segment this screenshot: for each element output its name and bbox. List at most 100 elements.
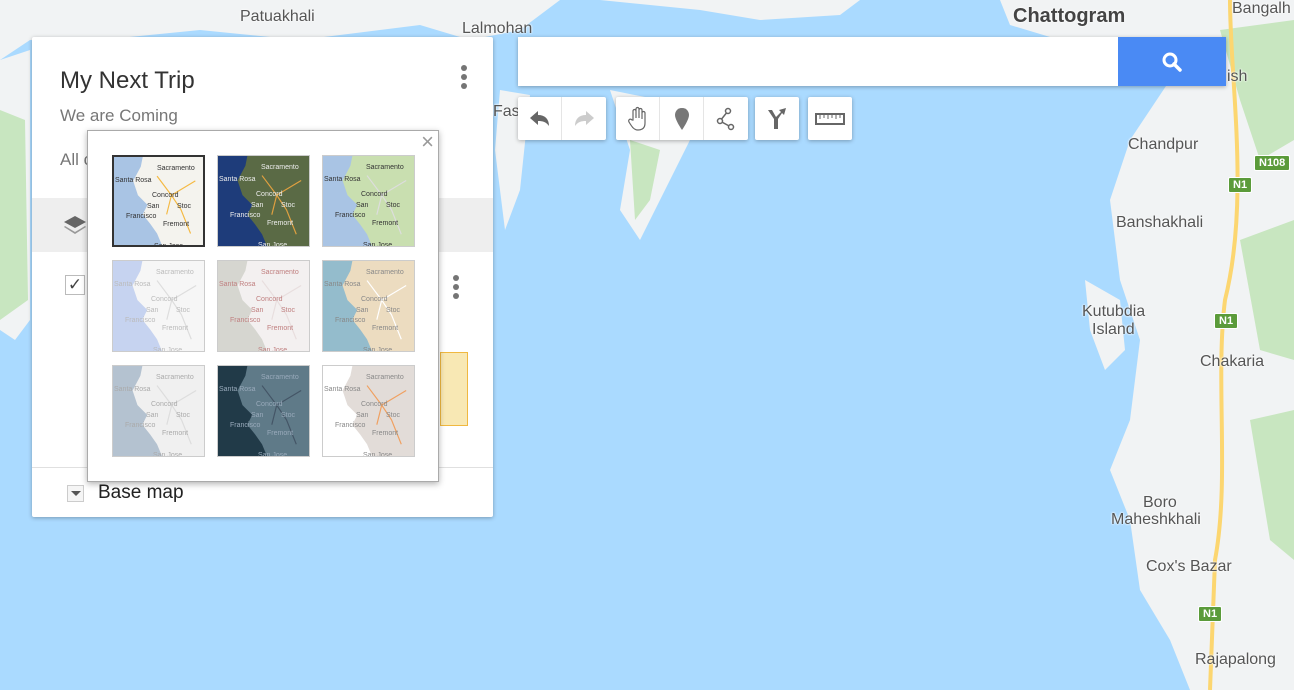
tile-place-label: Santa Rosa: [219, 176, 256, 183]
tile-place-label: Francisco: [230, 317, 261, 324]
tile-place-label: Fremont: [372, 220, 399, 227]
marker-icon: [674, 107, 689, 130]
tile-place-label: Santa Rosa: [219, 386, 256, 393]
map-label-patuakhali: Patuakhali: [240, 8, 315, 25]
hand-icon: [627, 106, 646, 131]
tile-place-label: Francisco: [125, 422, 156, 429]
drawing-tools-group: [616, 97, 748, 140]
tile-place-label: Concord: [151, 401, 178, 408]
tile-place-label: Fremont: [163, 221, 190, 228]
tile-place-label: Sacramento: [366, 269, 404, 276]
tile-place-label: San Jose: [258, 452, 288, 457]
road-badge-n1: N1: [1198, 606, 1223, 622]
tile-place-label: Santa Rosa: [324, 386, 361, 393]
map-label-lalmohan: Lalmohan: [462, 20, 533, 37]
map-label-bangalhalia: Bangalh: [1232, 0, 1291, 17]
tile-place-label: Stoc: [281, 202, 296, 209]
tile-place-label: Fremont: [162, 325, 189, 332]
base-map-style-mono-city[interactable]: Sacramento Santa Rosa Concord San Francisco S…: [217, 260, 310, 352]
directions-group: [755, 97, 799, 140]
base-map-style-satellite[interactable]: Sacramento Santa Rosa Concord San Francisco S…: [217, 155, 310, 247]
base-map-style-light-landmass[interactable]: Sacramento Santa Rosa Concord San Francisco S…: [112, 365, 205, 457]
search-bar: [518, 37, 1226, 86]
base-map-style-terrain[interactable]: Sacramento Santa Rosa Concord San Francisco S…: [322, 155, 415, 247]
tile-place-label: Francisco: [125, 317, 156, 324]
base-map-style-dark-landmass[interactable]: Sacramento Santa Rosa Concord San Francisco S…: [217, 365, 310, 457]
tile-place-label: San: [251, 307, 264, 314]
map-label-chandpur: Chandpur: [1128, 136, 1199, 153]
map-options-menu-icon[interactable]: [460, 65, 468, 89]
tile-place-label: Stoc: [386, 412, 401, 419]
tile-place-label: Concord: [256, 191, 283, 198]
tile-place-label: San Jose: [363, 452, 393, 457]
tile-place-label: Concord: [361, 191, 388, 198]
map-label-island: Island: [1092, 321, 1135, 338]
layers-icon: [64, 216, 86, 234]
map-label-coxs-bazar: Cox's Bazar: [1146, 558, 1232, 575]
map-title[interactable]: My Next Trip: [60, 67, 195, 95]
tile-place-label: Fremont: [372, 325, 399, 332]
base-map-style-simple-atlas[interactable]: Sacramento Santa Rosa Concord San Francisco S…: [322, 260, 415, 352]
map-label-chakaria: Chakaria: [1200, 353, 1265, 370]
layer-options-menu-icon[interactable]: [452, 275, 460, 299]
tile-place-label: Sacramento: [156, 269, 194, 276]
measure-distance-button[interactable]: [808, 97, 852, 140]
tile-place-label: Sacramento: [157, 165, 195, 172]
map-label-fas: Fas: [493, 103, 520, 120]
road-badge-n1: N1: [1214, 313, 1239, 329]
tile-place-label: Santa Rosa: [114, 281, 151, 288]
ruler-icon: [815, 112, 845, 125]
tile-place-label: Santa Rosa: [324, 176, 361, 183]
undo-icon: [529, 110, 549, 126]
close-icon[interactable]: ×: [421, 131, 434, 153]
road-badge-n1: N1: [1228, 177, 1253, 193]
search-input[interactable]: [518, 37, 1118, 86]
map-description[interactable]: We are Coming: [60, 106, 178, 126]
tile-place-label: San Jose: [363, 242, 393, 247]
layer-style-swatch[interactable]: [440, 352, 468, 426]
measure-group: [808, 97, 852, 140]
undo-button[interactable]: [518, 97, 562, 140]
redo-icon: [575, 110, 594, 126]
search-button[interactable]: [1118, 37, 1226, 86]
map-label-chattogram: Chattogram: [1013, 5, 1126, 27]
tile-place-label: San: [146, 307, 159, 314]
tile-place-label: Sacramento: [261, 269, 299, 276]
map-label-rajapalong: Rajapalong: [1195, 651, 1276, 668]
tile-place-label: Concord: [151, 296, 178, 303]
draw-line-button[interactable]: [704, 97, 748, 140]
base-map-picker: × Sacramento Santa Rosa Concord San Francisc…: [87, 130, 439, 482]
tile-place-label: Concord: [361, 401, 388, 408]
tile-place-label: San Jose: [258, 242, 288, 247]
tile-place-label: Santa Rosa: [114, 386, 151, 393]
base-map-label[interactable]: Base map: [98, 482, 184, 504]
base-map-style-light-political[interactable]: Sacramento Santa Rosa Concord San Francisco S…: [112, 260, 205, 352]
tile-place-label: Concord: [256, 296, 283, 303]
layer-visibility-checkbox[interactable]: ✓: [65, 275, 85, 295]
add-marker-button[interactable]: [660, 97, 704, 140]
base-map-toggle-icon[interactable]: [67, 485, 84, 502]
tile-place-label: Sacramento: [366, 374, 404, 381]
tile-place-label: San Jose: [153, 347, 183, 352]
base-map-style-whitewater[interactable]: Sacramento Santa Rosa Concord San Francisco S…: [322, 365, 415, 457]
tile-place-label: Santa Rosa: [324, 281, 361, 288]
tile-place-label: San: [147, 203, 160, 210]
redo-button[interactable]: [562, 97, 606, 140]
select-pan-button[interactable]: [616, 97, 660, 140]
tile-place-label: Sacramento: [261, 164, 299, 171]
tile-place-label: Stoc: [386, 202, 401, 209]
tile-place-label: Stoc: [281, 412, 296, 419]
tile-place-label: Stoc: [177, 203, 192, 210]
tile-place-label: Francisco: [335, 212, 366, 219]
tile-place-label: Francisco: [335, 422, 366, 429]
tile-place-label: San: [251, 202, 264, 209]
tile-place-label: Francisco: [230, 422, 261, 429]
add-directions-button[interactable]: [755, 97, 799, 140]
base-map-style-map[interactable]: Sacramento Santa Rosa Concord San Francisco S…: [112, 155, 205, 247]
tile-place-label: Sacramento: [366, 164, 404, 171]
map-label-ish: ish: [1227, 68, 1248, 85]
tile-place-label: Francisco: [230, 212, 261, 219]
tile-place-label: Fremont: [372, 430, 399, 437]
map-label-boro: Boro: [1143, 494, 1177, 511]
map-label-maheshkhali: Maheshkhali: [1111, 511, 1201, 528]
